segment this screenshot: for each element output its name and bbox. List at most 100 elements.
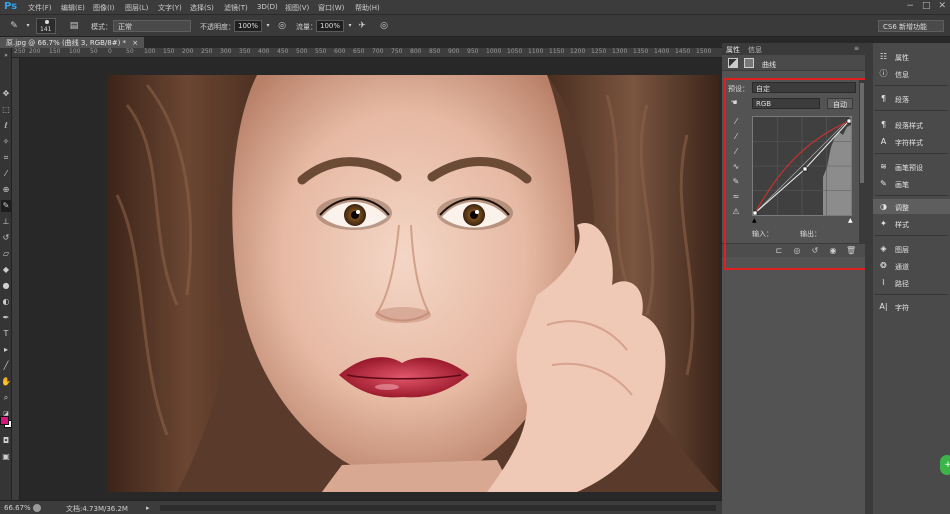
quick-select-tool-icon[interactable]: ✧ xyxy=(1,136,11,148)
ruler-tick: 250 xyxy=(201,48,213,55)
pressure-size-icon[interactable]: ◎ xyxy=(378,20,390,32)
paint-bucket-tool-icon[interactable]: ◆ xyxy=(1,264,11,276)
marquee-tool-icon[interactable]: ⬚ xyxy=(1,104,11,116)
maximize-button[interactable]: □ xyxy=(922,1,931,11)
canvas-area[interactable] xyxy=(20,58,722,500)
tab-close-icon[interactable]: × xyxy=(132,39,138,47)
ruler-tick: 500 xyxy=(296,48,308,55)
ruler-tick: 150 xyxy=(49,48,61,55)
dock-item-properties[interactable]: ☷ 属性 xyxy=(873,49,950,64)
dock-item-adjustments[interactable]: ◑ 调整 xyxy=(873,199,950,214)
crop-tool-icon[interactable]: ⌗ xyxy=(1,152,11,164)
portrait-photo[interactable] xyxy=(107,75,719,492)
status-menu-icon[interactable]: ▸ xyxy=(146,504,150,512)
tab-info[interactable]: 信息 xyxy=(748,45,762,55)
healing-brush-tool-icon[interactable]: ⊕ xyxy=(1,184,11,196)
dock-item-info[interactable]: ⓘ 信息 xyxy=(873,66,950,81)
dock-item-paragraph[interactable]: ¶ 段落 xyxy=(873,91,950,106)
menu-3d[interactable]: 3D(D) xyxy=(257,3,278,11)
screen-mode-icon[interactable]: ▣ xyxy=(1,451,11,463)
menu-filter[interactable]: 滤镜(T) xyxy=(224,3,248,13)
menu-image[interactable]: 图像(I) xyxy=(93,3,115,13)
minimize-button[interactable]: − xyxy=(906,1,914,11)
hand-tool-icon[interactable]: ✋ xyxy=(1,376,11,388)
ruler-tick: 900 xyxy=(448,48,460,55)
photoshop-logo: Ps xyxy=(4,1,18,12)
menu-view[interactable]: 视图(V) xyxy=(285,3,309,13)
pressure-opacity-icon[interactable]: ◎ xyxy=(276,20,288,32)
zoom-tool-icon[interactable]: ⌕ xyxy=(1,392,11,404)
eraser-tool-icon[interactable]: ▱ xyxy=(1,248,11,260)
dock-separator xyxy=(875,294,948,295)
brush-size-value: 141 xyxy=(40,26,52,33)
properties-icon: ☷ xyxy=(879,52,888,61)
pen-tool-icon[interactable]: ✒ xyxy=(1,312,11,324)
dock-item-channels[interactable]: ❂ 通道 xyxy=(873,258,950,273)
quick-mask-icon[interactable]: ◘ xyxy=(1,435,11,447)
info-icon[interactable] xyxy=(33,504,41,512)
history-brush-tool-icon[interactable]: ↺ xyxy=(1,232,11,244)
brush-panel-icon[interactable]: ▤ xyxy=(68,20,80,32)
dock-label: 图层 xyxy=(895,246,909,254)
shape-tool-icon[interactable]: ╱ xyxy=(1,360,11,372)
menu-layer[interactable]: 图层(L) xyxy=(125,3,148,13)
floating-plus-button[interactable]: + xyxy=(940,455,950,475)
dock-item-styles[interactable]: ✦ 样式 xyxy=(873,216,950,231)
brush-preset-picker[interactable]: 141 xyxy=(36,18,56,34)
tab-properties[interactable]: 属性 xyxy=(726,45,740,55)
menu-edit[interactable]: 编辑(E) xyxy=(61,3,85,13)
styles-icon: ✦ xyxy=(880,219,887,228)
clone-stamp-tool-icon[interactable]: ⊥ xyxy=(1,216,11,228)
horizontal-scrollbar[interactable] xyxy=(160,505,716,511)
menu-type[interactable]: 文字(Y) xyxy=(158,3,182,13)
ruler-tick: 800 xyxy=(410,48,422,55)
brush-icon: ✎ xyxy=(880,179,887,188)
layer-mask-icon[interactable] xyxy=(744,58,754,68)
opacity-input[interactable]: 100% xyxy=(234,20,262,32)
ruler-tick: 1400 xyxy=(654,48,670,55)
flow-dropdown-icon[interactable]: ▾ xyxy=(344,20,356,32)
dock-item-character[interactable]: A| 字符 xyxy=(873,299,950,314)
ruler-tick: 450 xyxy=(277,48,289,55)
adjustments-icon: ◑ xyxy=(880,202,887,211)
mode-select[interactable]: 正常 xyxy=(113,20,191,32)
flow-input[interactable]: 100% xyxy=(316,20,344,32)
workspace-select[interactable]: CS6 新增功能 xyxy=(878,20,944,32)
paths-icon: ⌇ xyxy=(881,278,886,287)
dock-item-brush-presets[interactable]: ≋ 画笔预设 xyxy=(873,159,950,174)
blur-tool-icon[interactable]: ● xyxy=(1,280,11,292)
move-tool-icon[interactable]: ✥ xyxy=(1,88,11,100)
airbrush-icon[interactable]: ✈ xyxy=(356,20,368,32)
document-tab[interactable]: 原.jpg @ 66.7% (曲线 3, RGB/8#) * × xyxy=(0,37,145,48)
dodge-tool-icon[interactable]: ◐ xyxy=(1,296,11,308)
menu-file[interactable]: 文件(F) xyxy=(28,3,52,13)
dock-item-layers[interactable]: ◈ 图层 xyxy=(873,241,950,256)
opacity-dropdown-icon[interactable]: ▾ xyxy=(262,20,274,32)
dock-label: 段落样式 xyxy=(895,122,923,130)
dock-label: 信息 xyxy=(895,71,909,79)
brush-tool-icon[interactable]: ✎ xyxy=(8,20,20,32)
eyedropper-tool-icon[interactable]: ⁄ xyxy=(1,168,11,180)
ruler-tick: 50 xyxy=(126,48,134,55)
dock-item-character-styles[interactable]: A 字符样式 xyxy=(873,134,950,149)
panel-menu-icon[interactable]: ≡ xyxy=(854,45,859,52)
ruler-tick: 350 xyxy=(239,48,251,55)
type-tool-icon[interactable]: T xyxy=(1,328,11,340)
menu-help[interactable]: 帮助(H) xyxy=(355,3,380,13)
ruler-tick: 100 xyxy=(144,48,156,55)
dock-divider[interactable] xyxy=(865,43,873,514)
dock-item-paragraph-styles[interactable]: ¶ 段落样式 xyxy=(873,117,950,132)
dock-item-paths[interactable]: ⌇ 路径 xyxy=(873,275,950,290)
zoom-level[interactable]: 66.67% xyxy=(4,504,31,512)
dock-item-brush[interactable]: ✎ 画笔 xyxy=(873,176,950,191)
menu-window[interactable]: 窗口(W) xyxy=(318,3,344,13)
toolbox-collapse-icon[interactable]: » xyxy=(1,50,11,62)
foreground-color-swatch[interactable] xyxy=(0,416,9,425)
brush-tool-icon[interactable]: ✎ xyxy=(1,200,11,212)
lasso-tool-icon[interactable]: ℓ xyxy=(1,120,11,132)
chevron-down-icon[interactable]: ▾ xyxy=(22,20,34,32)
dock-separator xyxy=(875,195,948,196)
close-button[interactable]: ✕ xyxy=(938,1,946,11)
path-select-tool-icon[interactable]: ▸ xyxy=(1,344,11,356)
menu-select[interactable]: 选择(S) xyxy=(190,3,214,13)
